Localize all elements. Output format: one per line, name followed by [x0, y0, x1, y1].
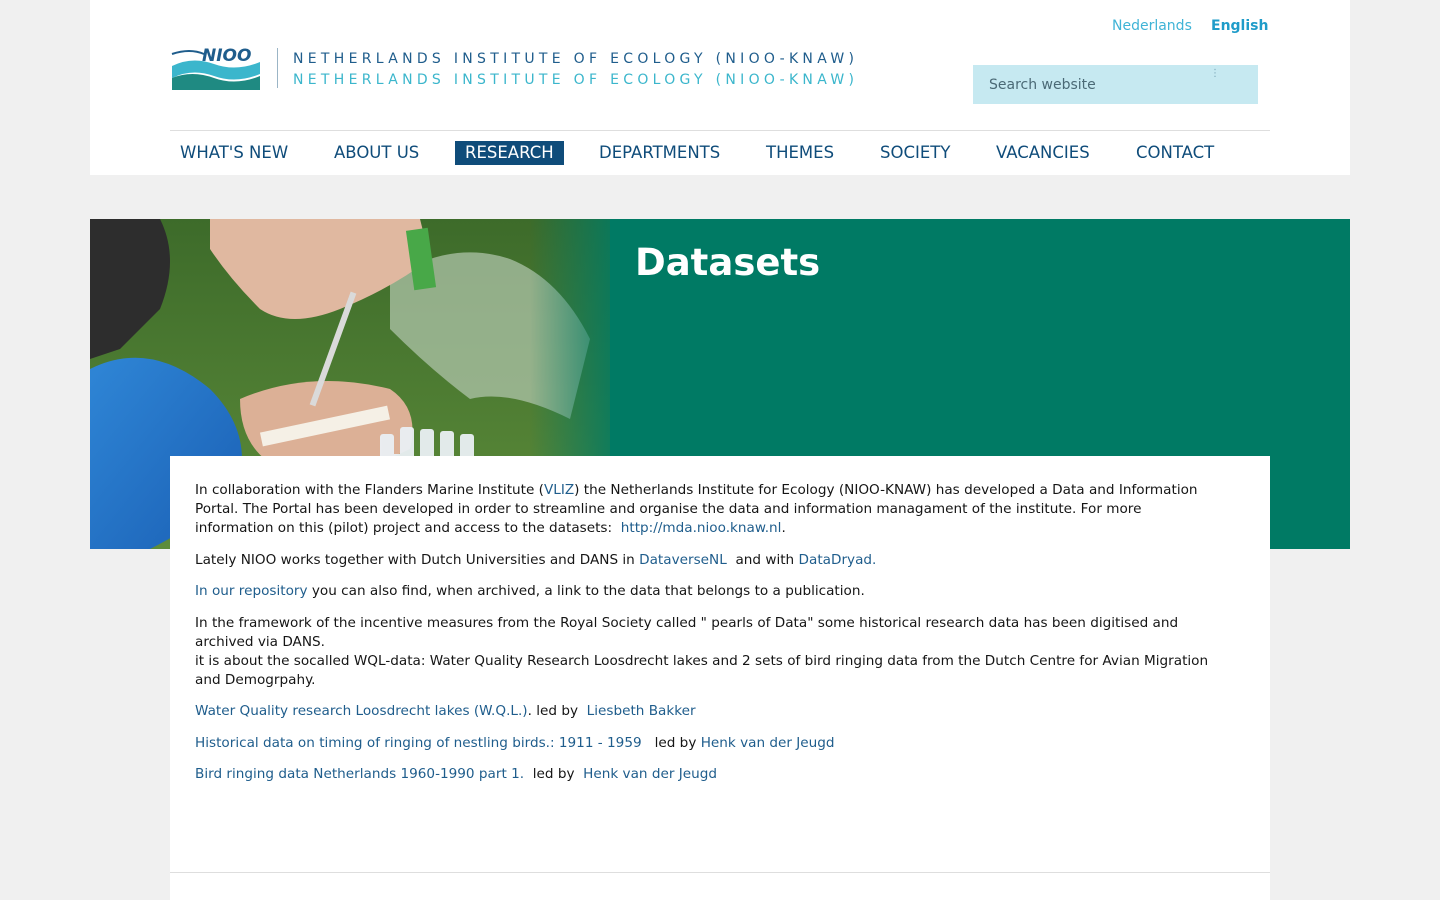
dataset-link[interactable]: Bird ringing data Netherlands 1960-1990 … [195, 766, 524, 782]
nav-divider [170, 130, 1270, 131]
nav-item-themes[interactable]: THEMES [756, 141, 844, 165]
nav-item-departments[interactable]: DEPARTMENTS [589, 141, 730, 165]
dataset-item: Historical data on timing of ringing of … [195, 734, 1215, 753]
collaboration-text: Lately NIOO works together with Dutch Un… [195, 551, 635, 568]
main-nav: WHAT'S NEW ABOUT US RESEARCH DEPARTMENTS… [170, 141, 1270, 165]
dataversenl-link[interactable]: DataverseNL [639, 552, 727, 568]
dataset-led-by: . led by [527, 703, 578, 719]
dataset-led-by: led by [532, 766, 575, 782]
repository-link[interactable]: In our repository [195, 583, 308, 599]
main-content: In collaboration with the Flanders Marin… [195, 481, 1215, 797]
dataset-link[interactable]: Water Quality research Loosdrecht lakes … [195, 703, 528, 719]
nav-item-society[interactable]: SOCIETY [870, 141, 960, 165]
logo-divider [277, 48, 278, 88]
language-link-en[interactable]: English [1211, 18, 1268, 34]
dataset-led-by: led by [654, 734, 697, 751]
vliz-link[interactable]: VLIZ [544, 482, 574, 498]
logo-text: NIOO [202, 46, 251, 66]
nav-item-contact[interactable]: CONTACT [1126, 141, 1224, 165]
mda-portal-link[interactable]: http://mda.nioo.knaw.nl [621, 520, 782, 536]
nav-item-about-us[interactable]: ABOUT US [324, 141, 429, 165]
repository-text: you can also find, when archived, a link… [311, 583, 865, 599]
institute-name-secondary: NETHERLANDS INSTITUTE OF ECOLOGY (NIOO-K… [293, 72, 859, 88]
nav-item-research[interactable]: RESEARCH [455, 141, 564, 165]
intro-paragraph: In collaboration with the Flanders Marin… [195, 481, 1215, 538]
pearls-text: it is about the socalled WQL-data: Water… [195, 652, 1209, 688]
dataset-item: Water Quality research Loosdrecht lakes … [195, 702, 1215, 721]
institute-name: NETHERLANDS INSTITUTE OF ECOLOGY (NIOO-K… [293, 51, 859, 67]
language-link-nl[interactable]: Nederlands [1112, 18, 1192, 34]
intro-text: In collaboration with the Flanders Marin… [195, 482, 544, 498]
datadryad-link[interactable]: DataDryad. [799, 552, 877, 568]
pearls-paragraph: In the framework of the incentive measur… [195, 614, 1215, 690]
dataset-lead-link[interactable]: Liesbeth Bakker [587, 703, 696, 719]
dataset-item: Bird ringing data Netherlands 1960-1990 … [195, 765, 1215, 784]
nav-item-vacancies[interactable]: VACANCIES [986, 141, 1100, 165]
dataset-lead-link[interactable]: Henk van der Jeugd [701, 735, 835, 751]
footer-divider [170, 872, 1270, 873]
pearls-text: In the framework of the incentive measur… [195, 614, 1179, 650]
site-header: Nederlands English NIOO NETHERLANDS INST… [90, 0, 1350, 175]
nioo-logo[interactable]: NIOO [170, 44, 262, 92]
collaboration-paragraph: Lately NIOO works together with Dutch Un… [195, 551, 1215, 570]
search-icon[interactable]: ⋮ [1210, 68, 1220, 79]
intro-text: . [781, 520, 786, 536]
dataset-lead-link[interactable]: Henk van der Jeugd [583, 766, 717, 782]
nav-item-whats-new[interactable]: WHAT'S NEW [170, 141, 298, 165]
page-title: Datasets [635, 241, 821, 284]
repository-paragraph: In our repository you can also find, whe… [195, 582, 1215, 601]
dataset-link[interactable]: Historical data on timing of ringing of … [195, 735, 642, 751]
collaboration-text: and with [735, 551, 795, 568]
page: Nederlands English NIOO NETHERLANDS INST… [90, 0, 1350, 900]
